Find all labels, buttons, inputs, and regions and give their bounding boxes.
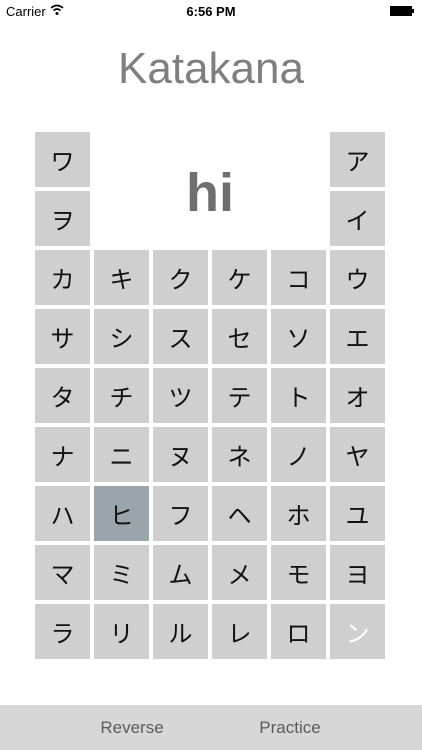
- romaji-display: hi: [186, 163, 234, 223]
- kana-cell[interactable]: ナ: [35, 427, 90, 482]
- kana-cell[interactable]: サ: [35, 309, 90, 364]
- kana-cell[interactable]: イ: [330, 191, 385, 246]
- kana-cell[interactable]: リ: [94, 604, 149, 659]
- kana-cell[interactable]: ヌ: [153, 427, 208, 482]
- kana-cell[interactable]: ウ: [330, 250, 385, 305]
- kana-cell[interactable]: シ: [94, 309, 149, 364]
- kana-cell[interactable]: ケ: [212, 250, 267, 305]
- battery-icon: [390, 6, 414, 16]
- kana-cell[interactable]: フ: [153, 486, 208, 541]
- kana-cell[interactable]: ク: [153, 250, 208, 305]
- kana-cell[interactable]: メ: [212, 545, 267, 600]
- practice-button[interactable]: Practice: [210, 705, 370, 750]
- kana-cell[interactable]: ト: [271, 368, 326, 423]
- kana-cell[interactable]: エ: [330, 309, 385, 364]
- kana-cell[interactable]: ロ: [271, 604, 326, 659]
- kana-cell[interactable]: ホ: [271, 486, 326, 541]
- status-bar: Carrier 6:56 PM: [0, 0, 422, 24]
- kana-cell[interactable]: コ: [271, 250, 326, 305]
- kana-cell[interactable]: タ: [35, 368, 90, 423]
- kana-cell[interactable]: セ: [212, 309, 267, 364]
- kana-cell[interactable]: レ: [212, 604, 267, 659]
- kana-cell[interactable]: ア: [330, 132, 385, 187]
- kana-cell[interactable]: ス: [153, 309, 208, 364]
- kana-cell[interactable]: ツ: [153, 368, 208, 423]
- kana-cell[interactable]: ム: [153, 545, 208, 600]
- kana-cell[interactable]: ヨ: [330, 545, 385, 600]
- kana-cell[interactable]: ネ: [212, 427, 267, 482]
- kana-cell[interactable]: ワ: [35, 132, 90, 187]
- kana-cell[interactable]: マ: [35, 545, 90, 600]
- kana-cell[interactable]: オ: [330, 368, 385, 423]
- kana-cell[interactable]: ル: [153, 604, 208, 659]
- bottom-toolbar: Reverse Practice: [0, 705, 422, 750]
- kana-cell[interactable]: ユ: [330, 486, 385, 541]
- kana-cell[interactable]: ラ: [35, 604, 90, 659]
- kana-cell[interactable]: カ: [35, 250, 90, 305]
- kana-cell[interactable]: ハ: [35, 486, 90, 541]
- kana-cell[interactable]: ヒ: [94, 486, 149, 541]
- kana-cell[interactable]: ヤ: [330, 427, 385, 482]
- kana-cell[interactable]: テ: [212, 368, 267, 423]
- kana-cell[interactable]: ヘ: [212, 486, 267, 541]
- kana-cell[interactable]: ソ: [271, 309, 326, 364]
- reverse-button[interactable]: Reverse: [52, 705, 212, 750]
- kana-cell[interactable]: ミ: [94, 545, 149, 600]
- clock: 6:56 PM: [186, 4, 236, 19]
- kana-cell[interactable]: ン: [330, 604, 385, 659]
- kana-cell[interactable]: ニ: [94, 427, 149, 482]
- page-title: Katakana: [118, 44, 304, 93]
- kana-cell[interactable]: キ: [94, 250, 149, 305]
- kana-cell[interactable]: ノ: [271, 427, 326, 482]
- kana-cell[interactable]: モ: [271, 545, 326, 600]
- kana-cell[interactable]: チ: [94, 368, 149, 423]
- kana-cell[interactable]: ヲ: [35, 191, 90, 246]
